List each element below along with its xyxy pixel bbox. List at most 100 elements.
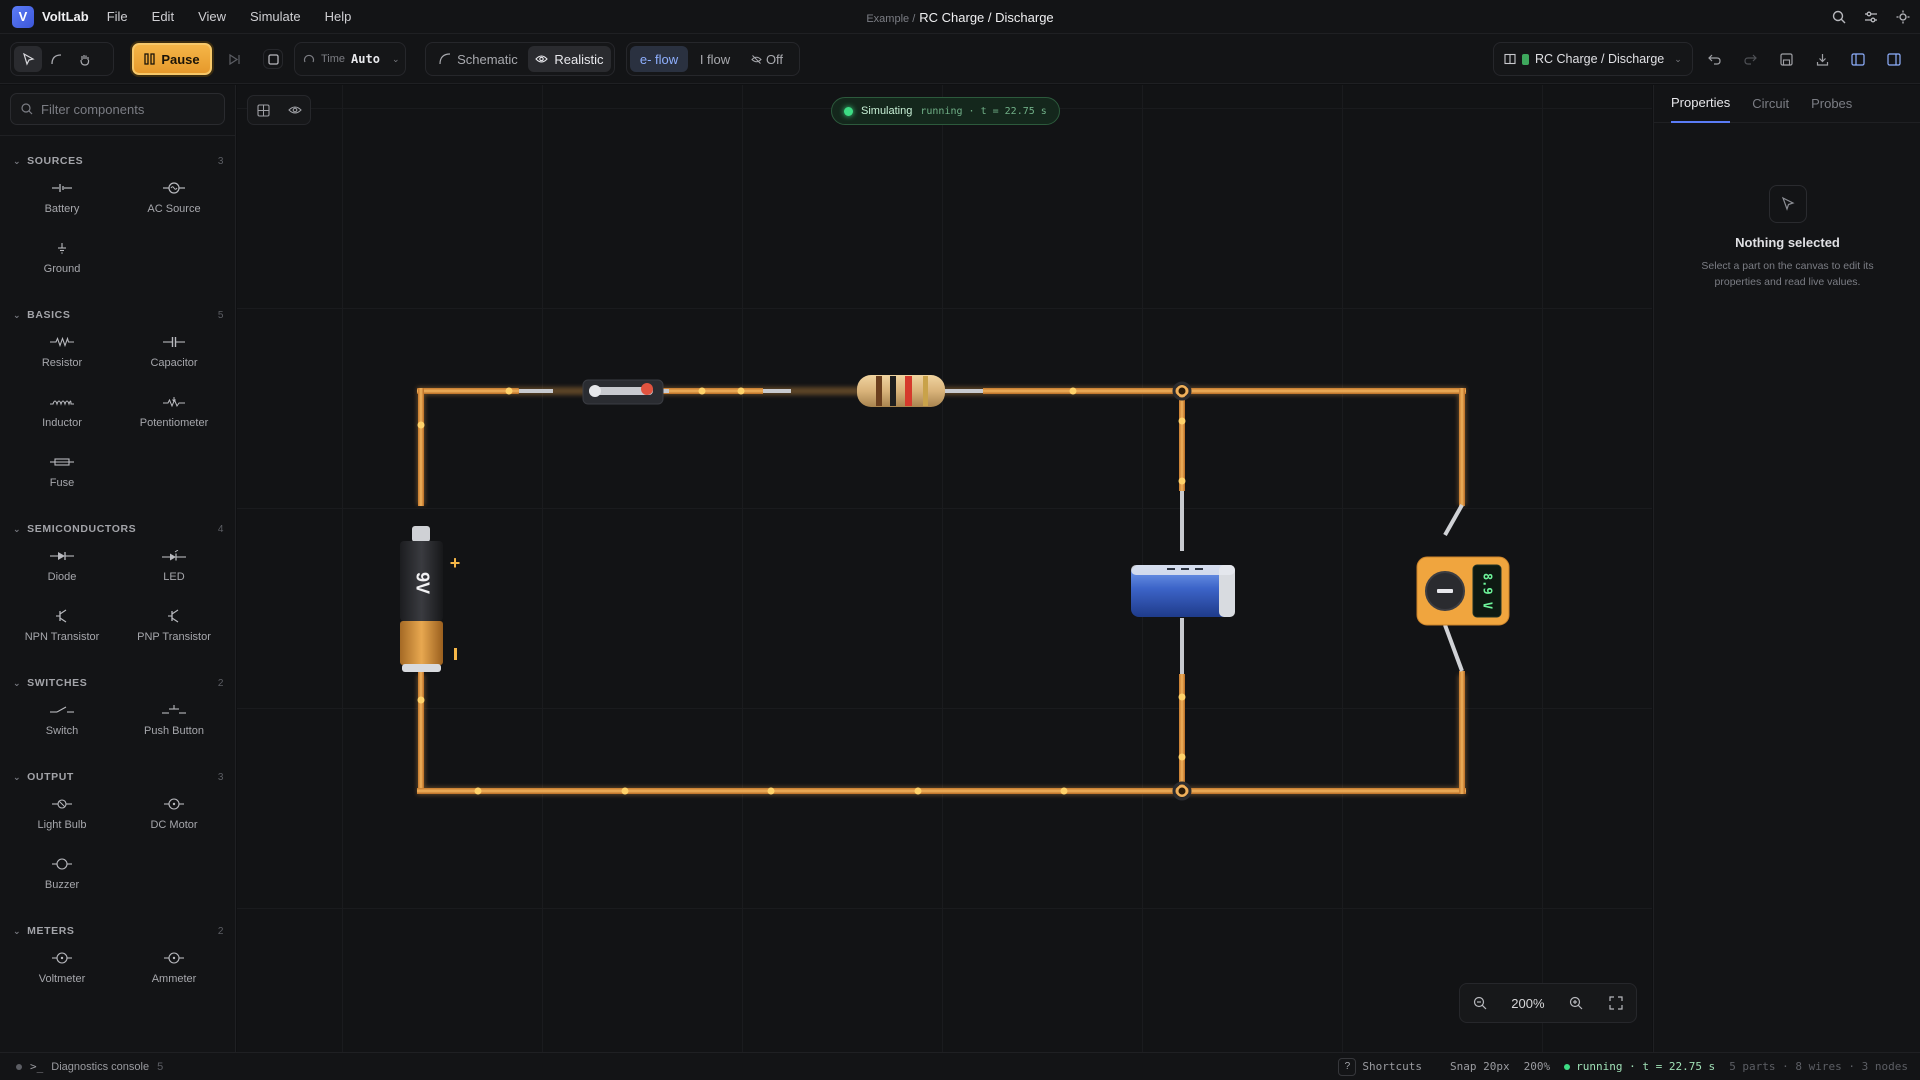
- save-icon[interactable]: [1777, 50, 1795, 68]
- section-meters: ⌄ METERS 2 Voltmeter Ammeter: [0, 921, 235, 985]
- component-ground[interactable]: Ground: [6, 233, 118, 289]
- section-basics: ⌄ BASICS 5 Resistor Capacitor Inductor Pot…: [0, 305, 235, 489]
- tab-probes[interactable]: Probes: [1811, 85, 1852, 123]
- settings-sliders-icon[interactable]: [1862, 8, 1880, 26]
- section-header-switches[interactable]: ⌄ SWITCHES 2: [0, 673, 235, 693]
- status-bar: >_ Diagnostics console 5 ? Shortcuts Sna…: [0, 1052, 1920, 1080]
- search-icon[interactable]: [1830, 8, 1848, 26]
- wire-tool-icon[interactable]: [42, 46, 70, 72]
- menu-file[interactable]: File: [107, 9, 128, 24]
- component-inductor[interactable]: Inductor: [6, 387, 118, 443]
- console-count: 5: [157, 1060, 164, 1073]
- redo-icon[interactable]: [1741, 50, 1759, 68]
- fit-to-screen-icon[interactable]: [1607, 994, 1625, 1012]
- circuit-canvas[interactable]: Simulating running · t = 22.75 s 9V + 8.…: [237, 85, 1652, 1052]
- theme-sun-icon[interactable]: [1894, 8, 1912, 26]
- component-label: Fuse: [49, 477, 75, 489]
- step-forward-icon[interactable]: [225, 50, 243, 68]
- component-led[interactable]: LED: [118, 541, 230, 597]
- electron-flow-button[interactable]: e- flow: [630, 46, 688, 72]
- time-label: Time: [321, 53, 346, 65]
- component-ammeter[interactable]: Ammeter: [118, 943, 230, 999]
- empty-description: Select a part on the canvas to edit its …: [1701, 260, 1874, 288]
- zoom-in-icon[interactable]: [1567, 994, 1585, 1012]
- schematic-icon: [439, 53, 451, 65]
- ground-icon: [56, 239, 68, 257]
- section-count: 3: [217, 155, 224, 167]
- capacitor-component[interactable]: [1131, 565, 1235, 617]
- component-pnp-transistor[interactable]: PNP Transistor: [118, 601, 230, 657]
- component-buzzer[interactable]: Buzzer: [6, 849, 118, 905]
- tab-circuit[interactable]: Circuit: [1752, 85, 1789, 123]
- flow-off-button[interactable]: Off: [742, 46, 792, 72]
- component-switch[interactable]: Switch: [6, 695, 118, 751]
- current-flow-button[interactable]: I flow: [688, 46, 742, 72]
- component-dc-motor[interactable]: DC Motor: [118, 789, 230, 845]
- section-header-output[interactable]: ⌄ OUTPUT 3: [0, 767, 235, 787]
- project-name: RC Charge / Discharge: [1535, 52, 1665, 66]
- filter-components-field[interactable]: [10, 93, 225, 125]
- component-label: Ammeter: [151, 973, 197, 985]
- wire-bottom[interactable]: [417, 788, 1466, 794]
- component-potentiometer[interactable]: Potentiometer: [118, 387, 230, 443]
- component-light-bulb[interactable]: Light Bulb: [6, 789, 118, 845]
- voltmeter-component[interactable]: 8.9 V: [1416, 556, 1510, 626]
- menu-help[interactable]: Help: [325, 9, 352, 24]
- pause-label: Pause: [161, 51, 200, 67]
- component-ac-source[interactable]: AC Source: [118, 173, 230, 229]
- junction-node-bottom[interactable]: [1172, 781, 1192, 801]
- component-battery[interactable]: Battery: [6, 173, 118, 229]
- zoom-out-icon[interactable]: [1471, 994, 1489, 1012]
- pnp-transistor-icon: [166, 607, 182, 625]
- download-icon[interactable]: [1813, 50, 1831, 68]
- schematic-view-button[interactable]: Schematic: [429, 46, 528, 72]
- shortcuts-key[interactable]: ?: [1338, 1057, 1357, 1076]
- component-push-button[interactable]: Push Button: [118, 695, 230, 751]
- section-semiconductors: ⌄ SEMICONDUCTORS 4 Diode LED NPN Transisto…: [0, 519, 235, 643]
- diagnostics-console-toggle[interactable]: >_ Diagnostics console 5: [16, 1060, 163, 1073]
- battery-component[interactable]: 9V +: [400, 526, 460, 672]
- section-header-meters[interactable]: ⌄ METERS 2: [0, 921, 235, 941]
- section-sources: ⌄ SOURCES 3 Battery AC Source Ground: [0, 151, 235, 275]
- select-tool-icon[interactable]: [14, 46, 42, 72]
- resistor-component[interactable]: [857, 375, 945, 407]
- zoom-controls: 200%: [1459, 983, 1637, 1023]
- component-voltmeter[interactable]: Voltmeter: [6, 943, 118, 999]
- menu-edit[interactable]: Edit: [152, 9, 174, 24]
- component-diode[interactable]: Diode: [6, 541, 118, 597]
- chevron-down-icon: ⌄: [1674, 53, 1682, 64]
- toggle-right-panel-icon[interactable]: [1885, 50, 1903, 68]
- component-label: AC Source: [147, 203, 201, 215]
- realistic-view-button[interactable]: Realistic: [527, 46, 611, 72]
- menu-view[interactable]: View: [198, 9, 226, 24]
- time-mode-select[interactable]: Time Auto ⌄: [294, 42, 406, 76]
- section-output: ⌄ OUTPUT 3 Light Bulb DC Motor Buzzer: [0, 767, 235, 891]
- component-capacitor[interactable]: Capacitor: [118, 327, 230, 383]
- component-resistor[interactable]: Resistor: [6, 327, 118, 383]
- circuit-summary: 5 parts · 8 wires · 3 nodes: [1729, 1060, 1908, 1073]
- pan-tool-icon[interactable]: [70, 46, 98, 72]
- section-header-basics[interactable]: ⌄ BASICS 5: [0, 305, 235, 325]
- switch-component[interactable]: [582, 379, 664, 405]
- section-header-sources[interactable]: ⌄ SOURCES 3: [0, 151, 235, 171]
- project-select[interactable]: RC Charge / Discharge ⌄: [1493, 42, 1693, 76]
- pause-button[interactable]: Pause: [132, 43, 212, 75]
- component-fuse[interactable]: Fuse: [6, 447, 118, 503]
- tab-properties[interactable]: Properties: [1671, 85, 1731, 123]
- section-title: OUTPUT: [27, 771, 74, 783]
- toggle-left-panel-icon[interactable]: [1849, 50, 1867, 68]
- fuse-icon: [49, 453, 75, 471]
- snap-setting[interactable]: Snap 20px: [1450, 1060, 1510, 1073]
- junction-node-top[interactable]: [1172, 381, 1192, 401]
- filter-components-input[interactable]: [41, 101, 211, 117]
- component-label: Buzzer: [44, 879, 80, 891]
- undo-icon[interactable]: [1705, 50, 1723, 68]
- inspector-tabs: Properties Circuit Probes: [1654, 85, 1920, 123]
- stop-icon[interactable]: [263, 49, 283, 69]
- circuit-drawing: 9V + 8.9 V: [400, 375, 1510, 801]
- section-header-semiconductors[interactable]: ⌄ SEMICONDUCTORS 4: [0, 519, 235, 539]
- menu-simulate[interactable]: Simulate: [250, 9, 301, 24]
- component-library: ⌄ SOURCES 3 Battery AC Source Ground ⌄ BASI…: [0, 85, 236, 1052]
- shortcuts-label[interactable]: Shortcuts: [1362, 1060, 1422, 1073]
- component-npn-transistor[interactable]: NPN Transistor: [6, 601, 118, 657]
